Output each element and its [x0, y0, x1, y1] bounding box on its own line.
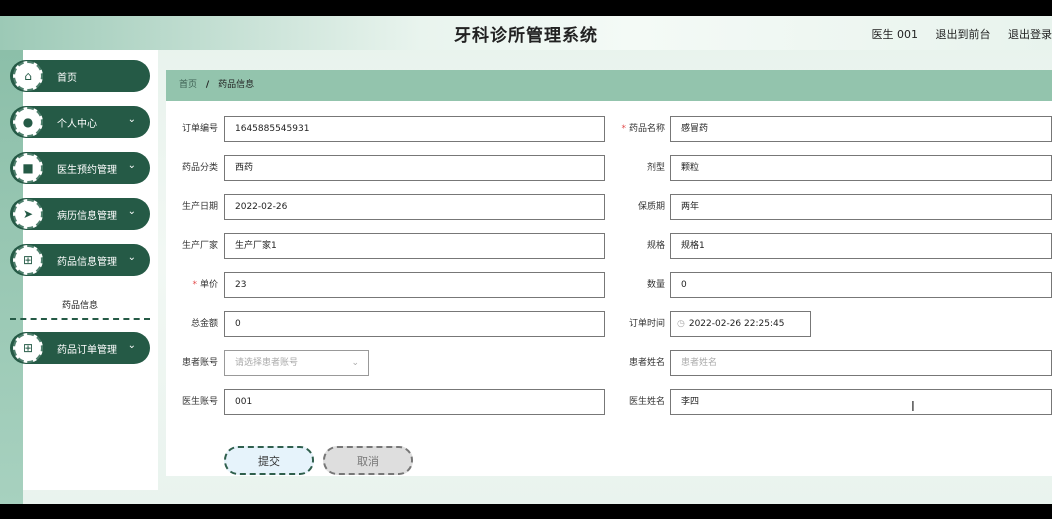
header-links: 医生 001 退出到前台 退出登录	[872, 26, 1052, 42]
unit-price-label: * 单价	[192, 280, 218, 290]
manufacturer-input[interactable]: 生产厂家1	[224, 233, 605, 259]
required-mark: *	[621, 124, 626, 134]
required-mark: *	[192, 280, 197, 290]
sidebar-item-personal-center[interactable]: ● 个人中心 ⌄	[10, 106, 150, 138]
grid-icon: ⊞	[13, 245, 43, 275]
sidebar-item-doctor-appointment[interactable]: ■ 医生预约管理 ⌄	[10, 152, 150, 184]
drug-name-input[interactable]: 感冒药	[670, 116, 1052, 142]
sidebar-item-medical-records[interactable]: ➤ 病历信息管理 ⌄	[10, 198, 150, 230]
form-row: 生产日期 2022-02-26 保质期 两年	[166, 194, 1052, 220]
spec-label: 规格	[646, 241, 665, 251]
manufacturer-label: 生产厂家	[181, 241, 218, 251]
current-user: 医生 001	[871, 28, 919, 41]
production-date-input[interactable]: 2022-02-26	[224, 194, 605, 220]
logout-link[interactable]: 退出登录	[1008, 28, 1052, 41]
form-row: * 单价 23 数量 0	[166, 272, 1052, 298]
patient-name-label: 患者姓名	[628, 358, 665, 368]
spec-input[interactable]: 规格1	[670, 233, 1052, 259]
chevron-down-icon: ⌄	[351, 358, 359, 368]
breadcrumb-home[interactable]: 首页	[179, 80, 197, 90]
form-row: 药品分类 西药 剂型 颗粒	[166, 155, 1052, 181]
form-row: 医生账号 001 医生姓名 李四	[166, 389, 1052, 415]
back-to-front-link[interactable]: 退出到前台	[936, 28, 991, 41]
sidebar-item-drug-info[interactable]: ⊞ 药品信息管理 ⌄	[10, 244, 150, 276]
total-label: 总金额	[190, 319, 218, 329]
form-row: 患者账号 请选择患者账号 ⌄ 患者姓名 患者姓名	[166, 350, 1052, 376]
order-no-input[interactable]: 1645885545931	[224, 116, 605, 142]
production-date-label: 生产日期	[181, 202, 218, 212]
chevron-down-icon: ⌄	[127, 206, 136, 217]
sidebar-item-label: 个人中心	[57, 119, 97, 130]
chevron-down-icon: ⌄	[127, 114, 136, 125]
top-header: 牙科诊所管理系统 医生 001 退出到前台 退出登录	[0, 16, 1052, 50]
unit-price-input[interactable]: 23	[224, 272, 605, 298]
text-cursor-icon: I	[911, 400, 915, 415]
clock-icon: ◷	[677, 319, 685, 329]
breadcrumb-current: 药品信息	[218, 80, 255, 90]
quantity-input[interactable]: 0	[670, 272, 1052, 298]
doctor-account-input[interactable]: 001	[224, 389, 605, 415]
total-input[interactable]: 0	[224, 311, 605, 337]
form-row: 总金额 0 订单时间 ◷ 2022-02-26 22:25:45	[166, 311, 1052, 337]
person-icon: ●	[13, 107, 43, 137]
sidebar-item-label: 药品信息管理	[57, 257, 117, 268]
order-time-picker[interactable]: ◷ 2022-02-26 22:25:45	[670, 311, 811, 337]
drug-category-label: 药品分类	[181, 163, 218, 173]
submit-button[interactable]: 提交	[224, 446, 314, 475]
drug-category-input[interactable]: 西药	[224, 155, 605, 181]
form-row: 生产厂家 生产厂家1 规格 规格1	[166, 233, 1052, 259]
grid-icon: ⊞	[13, 333, 43, 363]
drug-form: 订单编号 1645885545931 * 药品名称 感冒药 药品分类 西药 剂型 …	[166, 101, 1052, 476]
quantity-label: 数量	[646, 280, 665, 290]
home-icon: ⌂	[13, 61, 43, 91]
order-no-label: 订单编号	[181, 124, 218, 134]
shelf-life-label: 保质期	[637, 202, 665, 212]
submenu-item-drug-info[interactable]: 药品信息	[10, 296, 150, 320]
app-window: 牙科诊所管理系统 医生 001 退出到前台 退出登录 ⌂ 首页 ● 个人中心 ⌄…	[0, 16, 1052, 504]
patient-account-label: 患者账号	[181, 358, 218, 368]
doctor-account-label: 医生账号	[181, 397, 218, 407]
breadcrumb: 首页 / 药品信息	[166, 70, 1052, 101]
sidebar-item-drug-orders[interactable]: ⊞ 药品订单管理 ⌄	[10, 332, 150, 364]
briefcase-icon: ■	[13, 153, 43, 183]
dosage-form-label: 剂型	[646, 163, 665, 173]
form-row: 订单编号 1645885545931 * 药品名称 感冒药	[166, 116, 1052, 142]
sidebar-item-home[interactable]: ⌂ 首页	[10, 60, 150, 92]
order-time-label: 订单时间	[628, 319, 665, 329]
sidebar-item-label: 医生预约管理	[57, 165, 117, 176]
chevron-down-icon: ⌄	[127, 160, 136, 171]
send-icon: ➤	[13, 199, 43, 229]
dosage-form-input[interactable]: 颗粒	[670, 155, 1052, 181]
drug-name-label: * 药品名称	[621, 124, 665, 134]
sidebar-item-label: 首页	[57, 73, 77, 84]
patient-name-input[interactable]: 患者姓名	[670, 350, 1052, 376]
cancel-button[interactable]: 取消	[323, 446, 413, 475]
doctor-name-input[interactable]: 李四	[670, 389, 1052, 415]
patient-account-select[interactable]: 请选择患者账号 ⌄	[224, 350, 369, 376]
sidebar-item-label: 病历信息管理	[57, 211, 117, 222]
doctor-name-label: 医生姓名	[628, 397, 665, 407]
sidebar: ⌂ 首页 ● 个人中心 ⌄ ■ 医生预约管理 ⌄ ➤ 病历信息管理 ⌄ ⊞ 药品…	[10, 50, 158, 490]
shelf-life-input[interactable]: 两年	[670, 194, 1052, 220]
sidebar-item-label: 药品订单管理	[57, 345, 117, 356]
chevron-down-icon: ⌄	[127, 340, 136, 351]
breadcrumb-separator: /	[205, 80, 210, 90]
chevron-down-icon: ⌄	[127, 252, 136, 263]
